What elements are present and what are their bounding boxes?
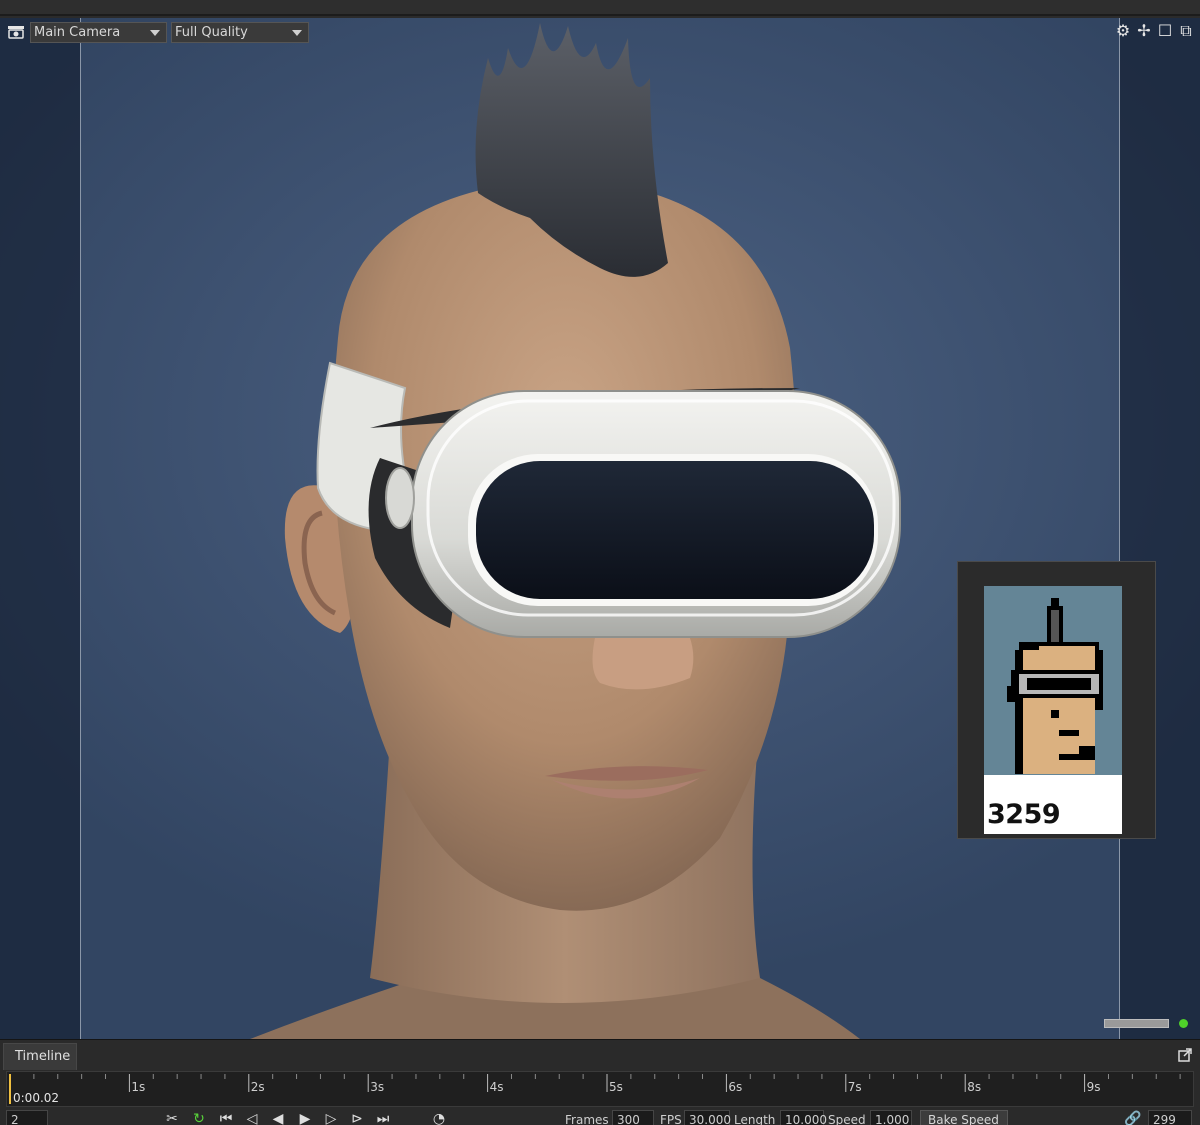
quality-select[interactable]: Full Quality (171, 22, 309, 43)
step-forward-icon[interactable]: ▷ (322, 1111, 340, 1125)
step-forward-key-icon[interactable]: ⊳ (348, 1111, 366, 1125)
title-strip (0, 0, 1200, 16)
timeline-controls: 2 ✂ ↻ ⏮ ◁ ◀ ▶ ▷ ⊳ ⏭ ◔ Frames 300 FPS 30.… (0, 1109, 1200, 1125)
chevron-down-icon (292, 30, 302, 36)
speed-dial-icon[interactable]: ◔ (430, 1111, 448, 1125)
tab-timeline[interactable]: Timeline (3, 1043, 77, 1070)
skip-start-icon[interactable]: ⏮ (217, 1111, 235, 1125)
move-icon[interactable]: ✢ (1135, 22, 1153, 40)
ruler-tick-label: 8s (967, 1080, 982, 1094)
ruler-tick-label: 5s (609, 1080, 623, 1094)
playhead[interactable] (9, 1074, 11, 1104)
speed-label: Speed (828, 1113, 866, 1125)
fps-field[interactable]: 30.000 (684, 1110, 731, 1125)
end-frame-field[interactable]: 299 (1148, 1110, 1192, 1125)
length-label: Length (734, 1113, 776, 1125)
timeline-panel: Timeline 1s 2s 3s 4s 5s 6s 7s 8s 9s 0:00… (0, 1039, 1200, 1125)
ruler-ticks (9, 1074, 1181, 1092)
ruler-tick-label: 1s (131, 1080, 146, 1094)
step-back-icon[interactable]: ◀ (269, 1111, 287, 1125)
quality-select-value: Full Quality (175, 25, 248, 40)
maximize-icon[interactable]: ☐ (1156, 22, 1174, 40)
gear-icon[interactable]: ⚙ (1114, 22, 1132, 40)
play-icon[interactable]: ▶ (296, 1111, 314, 1125)
thumbnail-image: 3259 (984, 586, 1122, 834)
pixel-portrait (984, 586, 1122, 775)
ruler-tick-label: 3s (370, 1080, 385, 1094)
camera-icon[interactable] (7, 25, 25, 39)
render-viewport[interactable]: Main Camera Full Quality ⚙ ✢ ☐ ⧉ 3259 (0, 18, 1200, 1039)
app-window: Main Camera Full Quality ⚙ ✢ ☐ ⧉ 3259 Ti… (0, 0, 1200, 1125)
ruler-tick-label: 9s (1086, 1080, 1101, 1094)
bake-speed-button[interactable]: Bake Speed (920, 1110, 1008, 1125)
ruler-tick-label: 7s (847, 1080, 862, 1094)
camera-select[interactable]: Main Camera (30, 22, 167, 43)
ruler-tick-label: 6s (728, 1080, 743, 1094)
chevron-down-icon (150, 30, 160, 36)
current-time: 0:00.02 (13, 1091, 60, 1105)
step-back-key-icon[interactable]: ◁ (243, 1111, 261, 1125)
viewport-slider[interactable] (1104, 1019, 1169, 1028)
frames-label: Frames (565, 1113, 609, 1125)
current-frame-field[interactable]: 2 (6, 1110, 48, 1125)
loop-icon[interactable]: ↻ (190, 1111, 208, 1125)
thumbnail-card: 3259 (957, 561, 1156, 839)
popout-icon[interactable] (1178, 1048, 1192, 1062)
fps-label: FPS (660, 1113, 682, 1125)
link-icon[interactable]: 🔗 (1124, 1111, 1142, 1125)
camera-select-value: Main Camera (34, 25, 121, 40)
render-scene (250, 23, 901, 1039)
ruler-tick-label: 2s (250, 1080, 265, 1094)
frames-field[interactable]: 300 (612, 1110, 654, 1125)
scissors-icon[interactable]: ✂ (163, 1111, 181, 1125)
timeline-ruler[interactable]: 1s 2s 3s 4s 5s 6s 7s 8s 9s 0:00.02 (6, 1071, 1194, 1107)
token-number: 3259 (987, 799, 1061, 830)
popout-icon[interactable]: ⧉ (1177, 22, 1195, 40)
length-field[interactable]: 10.000 (780, 1110, 827, 1125)
status-indicator (1179, 1019, 1188, 1028)
skip-end-icon[interactable]: ⏭ (374, 1111, 392, 1125)
pixel-art (1007, 598, 1103, 774)
ruler-tick-label: 4s (489, 1080, 504, 1094)
speed-field[interactable]: 1.000 (870, 1110, 912, 1125)
